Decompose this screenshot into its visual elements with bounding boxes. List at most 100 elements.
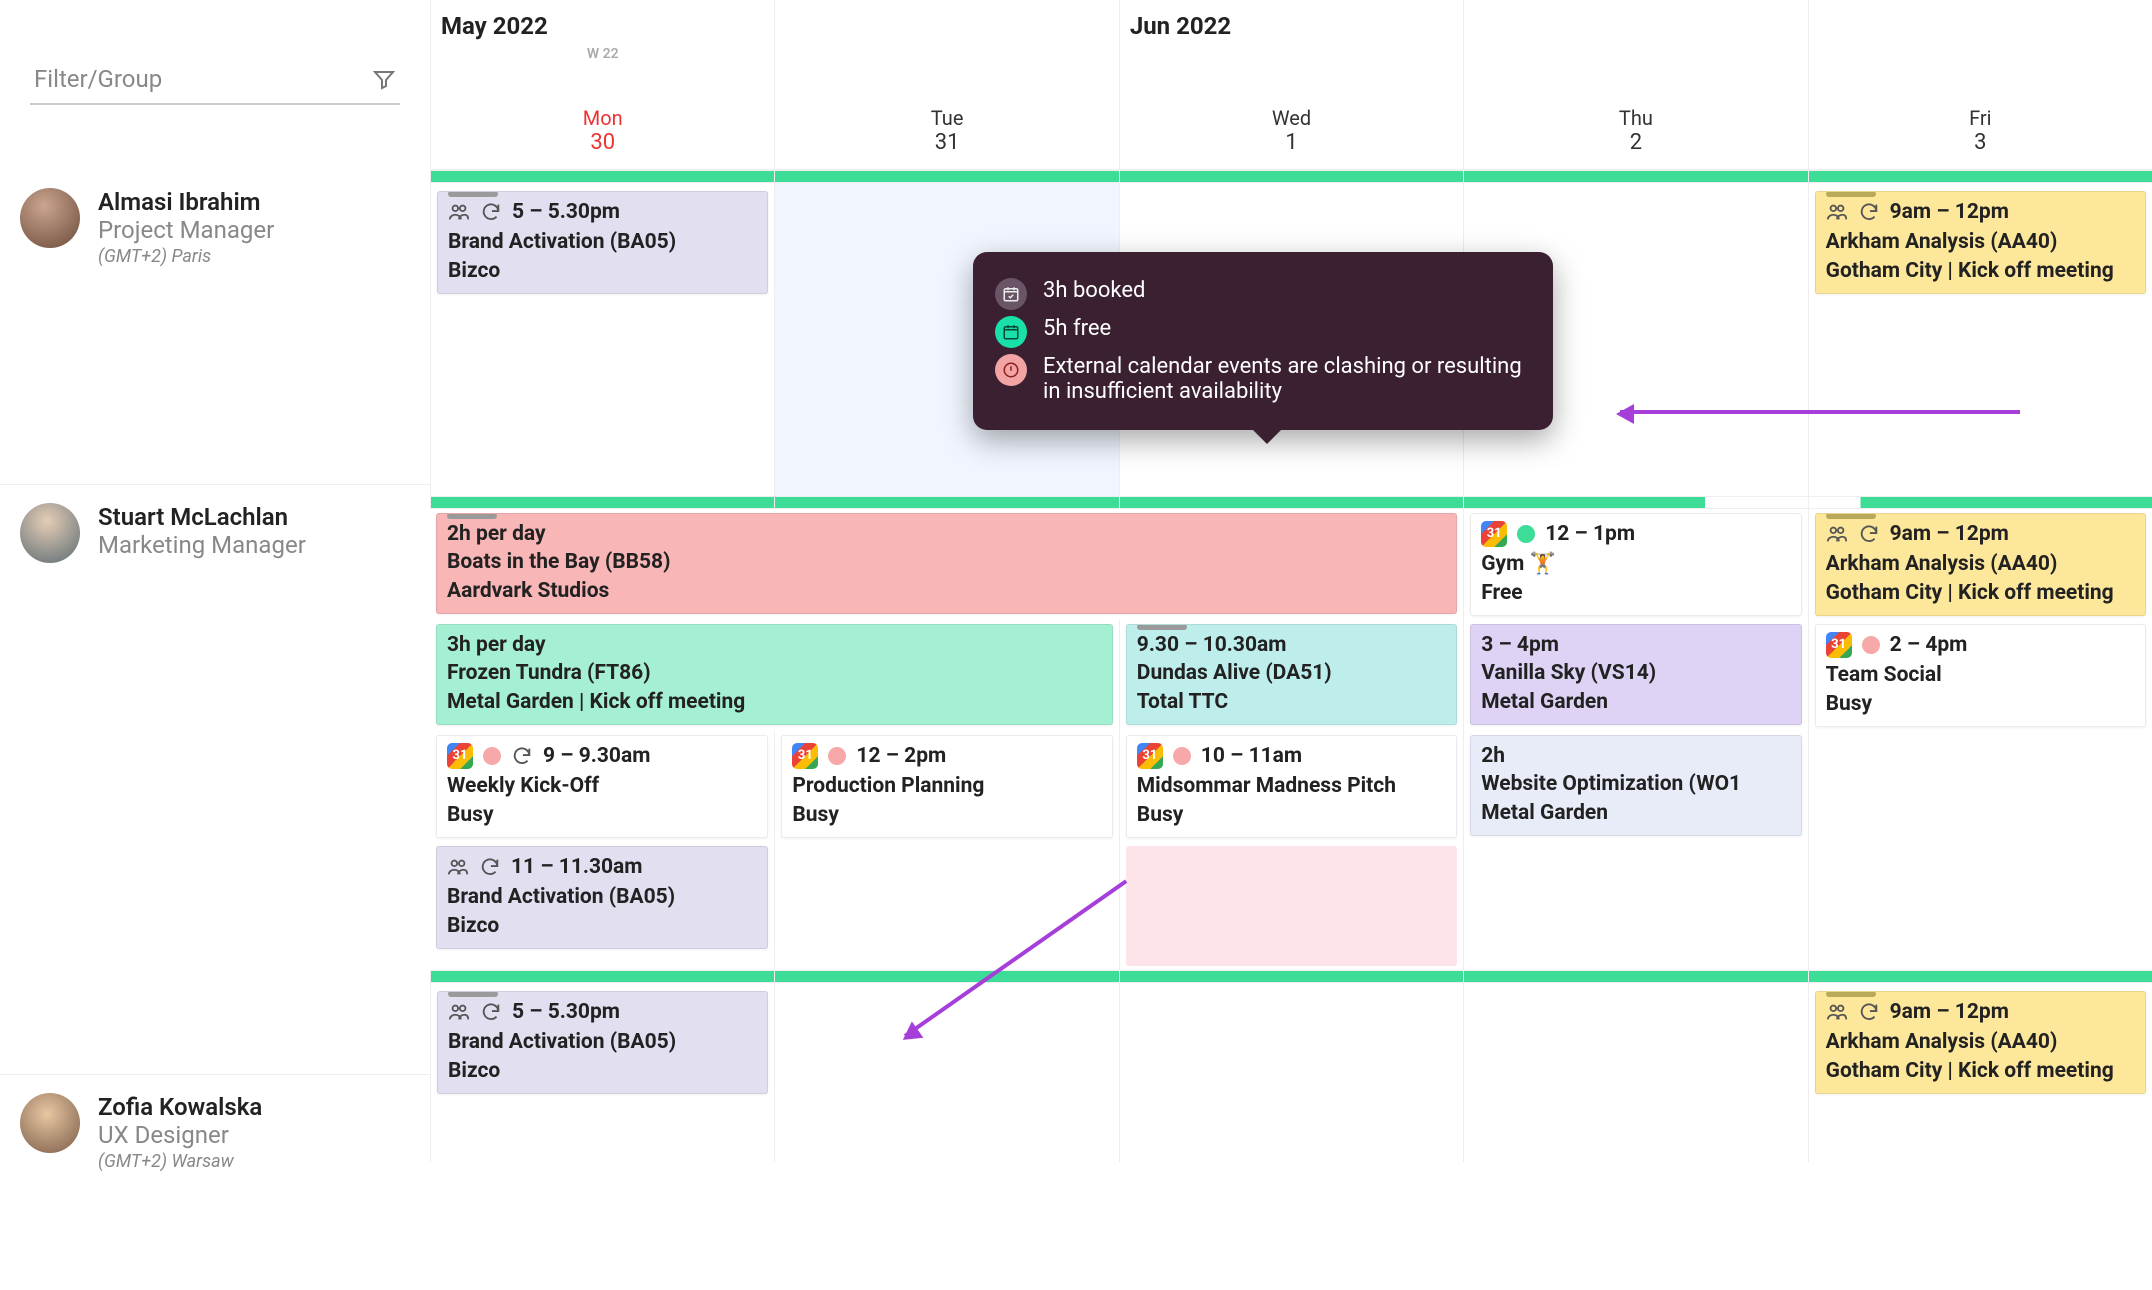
refresh-icon [480, 201, 502, 223]
calendar-icon [995, 316, 1027, 348]
event-client: Bizco [447, 912, 757, 940]
event-status: Busy [1826, 690, 2135, 718]
person-role: Project Manager [98, 216, 274, 244]
event-title: Brand Activation (BA05) [448, 1028, 757, 1056]
calendar-header: May 2022 W 22 Mon 30 Tue 31 Jun 2022 Wed… [430, 0, 2152, 170]
people-icon [1826, 201, 1848, 223]
event-title: Team Social [1826, 661, 2135, 689]
people-icon [447, 856, 469, 878]
day-cell[interactable] [1119, 983, 1463, 1162]
person-row[interactable]: Stuart McLachlan Marketing Manager [0, 484, 430, 1074]
people-icon [1826, 523, 1848, 545]
day-of-week: Thu [1474, 106, 1797, 130]
event-card[interactable]: 2 – 4pm Team Social Busy [1815, 624, 2146, 727]
event-card[interactable]: 12 – 2pm Production Planning Busy [781, 735, 1112, 838]
month-label-right: Jun 2022 [1130, 12, 1453, 46]
day-of-month: 2 [1474, 130, 1797, 161]
event-time: 12 – 1pm [1545, 520, 1635, 548]
event-time: 5 – 5.30pm [512, 198, 620, 226]
day-of-week: Wed [1130, 106, 1453, 130]
day-of-week: Tue [785, 106, 1108, 130]
event-title: Midsommar Madness Pitch [1137, 772, 1446, 800]
event-status: Busy [792, 801, 1101, 829]
event-title: Arkham Analysis (AA40) [1826, 228, 2135, 256]
person-role: Marketing Manager [98, 531, 306, 559]
refresh-icon [1858, 1001, 1880, 1023]
annotation-arrow [1620, 410, 2020, 414]
filter-group-input[interactable]: Filter/Group [30, 65, 400, 105]
event-card[interactable]: 11 – 11.30am Brand Activation (BA05) Biz… [436, 846, 768, 949]
person-row[interactable]: Almasi Ibrahim Project Manager (GMT+2) P… [0, 170, 430, 484]
event-title: Dundas Alive (DA51) [1137, 659, 1446, 687]
person-row[interactable]: Zofia Kowalska UX Designer (GMT+2) Warsa… [0, 1074, 430, 1254]
refresh-icon [1858, 523, 1880, 545]
person-name: Zofia Kowalska [98, 1093, 262, 1121]
person-name: Stuart McLachlan [98, 503, 306, 531]
day-of-month: 1 [1130, 130, 1453, 161]
people-icon [448, 201, 470, 223]
event-card[interactable]: 2h per day Boats in the Bay (BB58) Aardv… [436, 513, 1457, 614]
event-time: 9am – 12pm [1890, 520, 2009, 548]
event-card[interactable]: 12 – 1pm Gym 🏋️ Free [1470, 513, 1801, 616]
event-client: Total TTC [1137, 688, 1446, 716]
people-icon [1826, 1001, 1848, 1023]
status-dot-busy [1173, 747, 1191, 765]
refresh-icon [479, 856, 501, 878]
day-cell[interactable] [774, 983, 1118, 1162]
event-time: 5 – 5.30pm [512, 998, 620, 1026]
status-dot-busy [1862, 636, 1880, 654]
availability-bar [430, 170, 2152, 182]
availability-popover: 3h booked 5h free External calendar even… [973, 252, 1553, 430]
event-time: 3 – 4pm [1481, 631, 1790, 659]
event-card[interactable]: 2h Website Optimization (WO1 Metal Garde… [1470, 735, 1801, 836]
popover-booked-text: 3h booked [1043, 278, 1145, 303]
event-card[interactable]: 9am – 12pm Arkham Analysis (AA40) Gotham… [1815, 191, 2146, 294]
day-of-week: Mon [441, 106, 764, 130]
event-time: 12 – 2pm [856, 742, 946, 770]
day-of-month: 3 [1819, 130, 2142, 161]
event-card[interactable]: 10 – 11am Midsommar Madness Pitch Busy [1126, 735, 1457, 838]
refresh-icon [1858, 201, 1880, 223]
event-time: 3h per day [447, 631, 1102, 659]
status-dot-busy [483, 747, 501, 765]
event-card[interactable]: 3 – 4pm Vanilla Sky (VS14) Metal Garden [1470, 624, 1801, 725]
person-timezone: (GMT+2) Paris [98, 246, 274, 267]
event-time: 10 – 11am [1201, 742, 1302, 770]
refresh-icon [480, 1001, 502, 1023]
day-cell[interactable] [1463, 983, 1807, 1162]
day-cell[interactable]: 5 – 5.30pm Brand Activation (BA05) Bizco [430, 183, 774, 496]
event-client: Gotham City | Kick off meeting [1826, 579, 2135, 607]
popover-warning-text: External calendar events are clashing or… [1043, 354, 1531, 404]
status-dot-busy [828, 747, 846, 765]
warning-icon [995, 354, 1027, 386]
refresh-icon [511, 745, 533, 767]
day-cell[interactable]: 9am – 12pm Arkham Analysis (AA40) Gotham… [1808, 983, 2152, 1162]
event-card[interactable]: 3h per day Frozen Tundra (FT86) Metal Ga… [436, 624, 1113, 725]
event-title: Vanilla Sky (VS14) [1481, 659, 1790, 687]
avatar [20, 503, 80, 563]
event-card[interactable]: 9am – 12pm Arkham Analysis (AA40) Gotham… [1815, 513, 2146, 616]
day-cell[interactable]: 5 – 5.30pm Brand Activation (BA05) Bizco [430, 983, 774, 1162]
event-title: Website Optimization (WO1 [1481, 770, 1790, 798]
event-card[interactable]: 5 – 5.30pm Brand Activation (BA05) Bizco [437, 991, 768, 1094]
calendar-check-icon [995, 278, 1027, 310]
filter-placeholder: Filter/Group [34, 65, 162, 93]
event-title: Frozen Tundra (FT86) [447, 659, 1102, 687]
person-role: UX Designer [98, 1121, 262, 1149]
event-card[interactable]: 5 – 5.30pm Brand Activation (BA05) Bizco [437, 191, 768, 294]
event-card[interactable]: 9am – 12pm Arkham Analysis (AA40) Gotham… [1815, 991, 2146, 1094]
people-icon [448, 1001, 470, 1023]
event-time: 11 – 11.30am [511, 853, 643, 881]
day-of-month: 31 [785, 130, 1108, 161]
popover-free-text: 5h free [1043, 316, 1111, 341]
event-title: Gym 🏋️ [1481, 550, 1790, 578]
event-card[interactable]: 9 – 9.30am Weekly Kick-Off Busy [436, 735, 768, 838]
event-client: Aardvark Studios [447, 577, 1446, 605]
event-time: 9 – 9.30am [543, 742, 650, 770]
event-title: Weekly Kick-Off [447, 772, 757, 800]
event-title: Boats in the Bay (BB58) [447, 548, 1446, 576]
day-cell[interactable]: 9am – 12pm Arkham Analysis (AA40) Gotham… [1808, 183, 2152, 496]
event-card[interactable]: 9.30 – 10.30am Dundas Alive (DA51) Total… [1126, 624, 1457, 725]
gcal-icon [447, 743, 473, 769]
empty-slot[interactable] [1126, 846, 1457, 966]
